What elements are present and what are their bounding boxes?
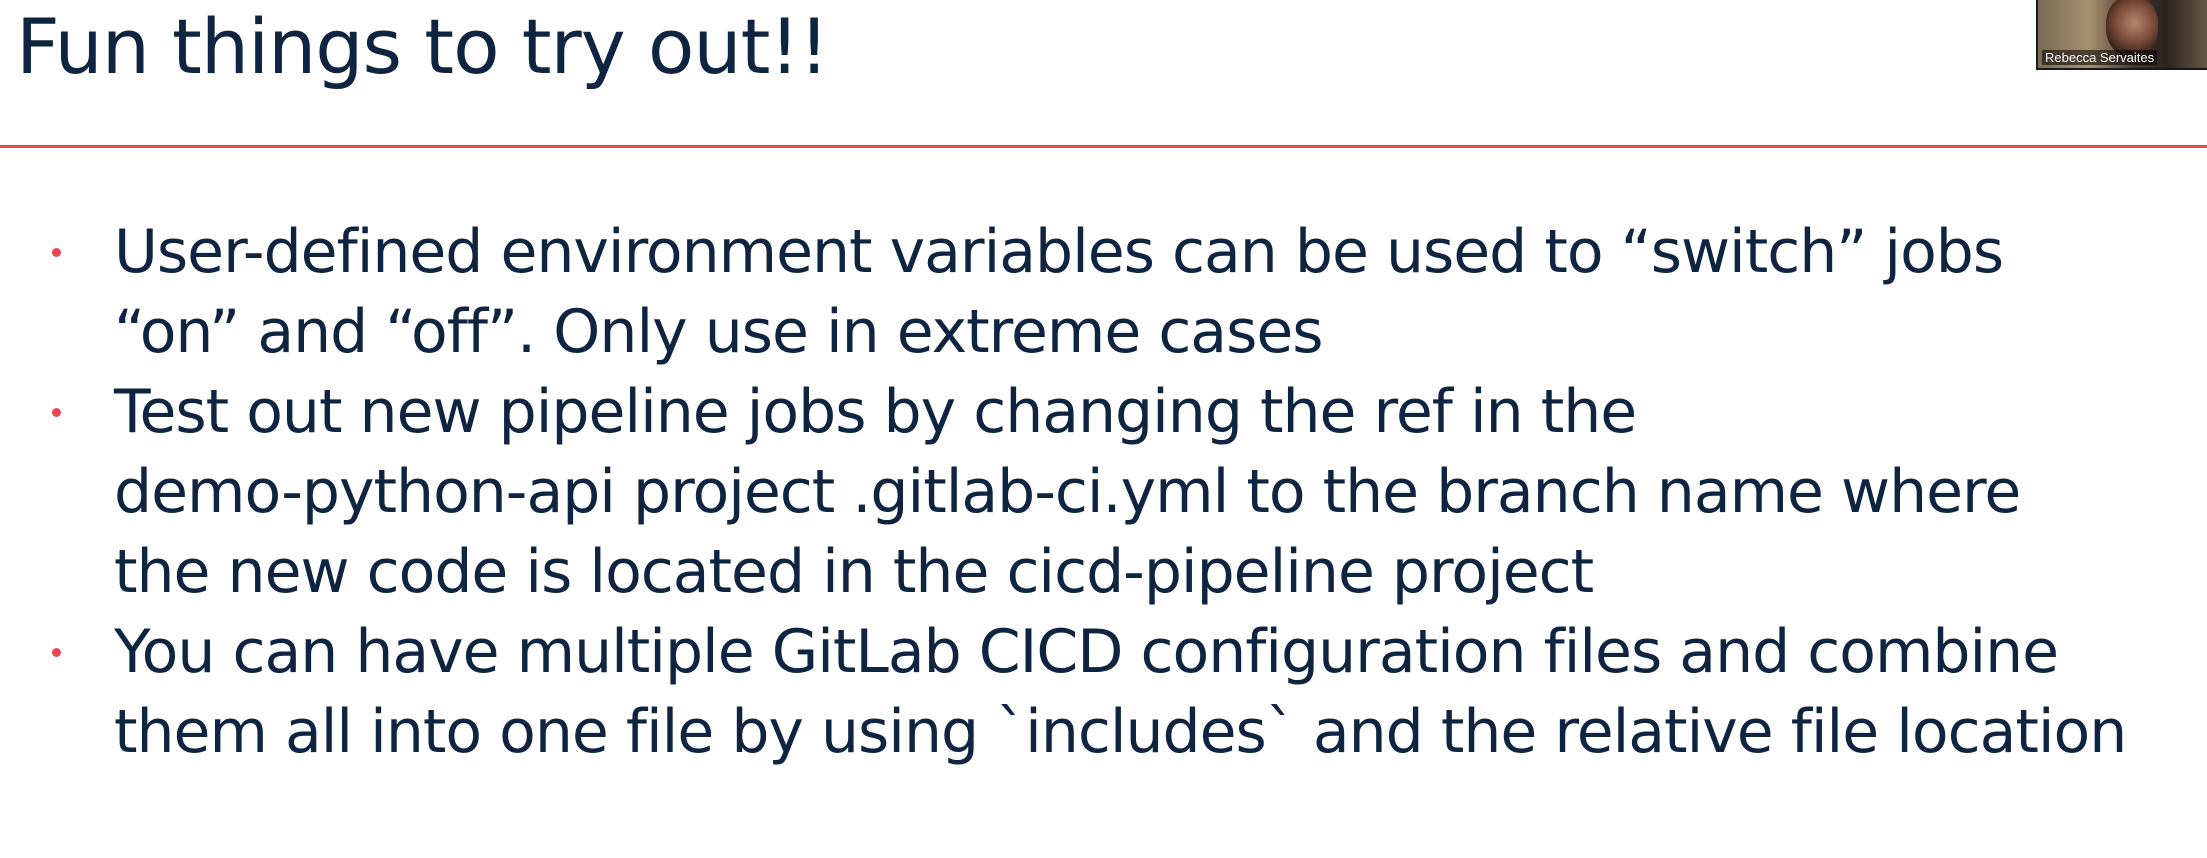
- bullet-list: User-defined environment variables can b…: [0, 212, 2207, 772]
- bullet-line: You can have multiple GitLab CICD config…: [114, 617, 2059, 687]
- title-divider: [0, 145, 2207, 148]
- bullet-line: “on” and “off”. Only use in extreme case…: [114, 297, 1324, 367]
- participant-video-tile[interactable]: Rebecca Servaites: [2036, 0, 2207, 70]
- bullet-line: Test out new pipeline jobs by changing t…: [114, 377, 1637, 447]
- bullet-line: them all into one file by using `include…: [114, 697, 2127, 767]
- bullet-line: the new code is located in the cicd-pipe…: [114, 537, 1594, 607]
- bullet-item: Test out new pipeline jobs by changing t…: [0, 372, 2194, 612]
- bullet-dot-icon: [52, 648, 61, 657]
- participant-avatar: [2106, 0, 2158, 56]
- presentation-slide: Fun things to try out!! User-defined env…: [0, 0, 2207, 858]
- participant-name-label: Rebecca Servaites: [2042, 50, 2158, 65]
- bullet-line: demo-python-api project .gitlab-ci.yml t…: [114, 457, 2021, 527]
- bullet-line: User-defined environment variables can b…: [114, 217, 2004, 287]
- bullet-item: You can have multiple GitLab CICD config…: [0, 612, 2194, 772]
- bullet-dot-icon: [52, 408, 61, 417]
- slide-title: Fun things to try out!!: [16, 2, 829, 91]
- bullet-item: User-defined environment variables can b…: [0, 212, 2194, 372]
- bullet-dot-icon: [52, 248, 61, 257]
